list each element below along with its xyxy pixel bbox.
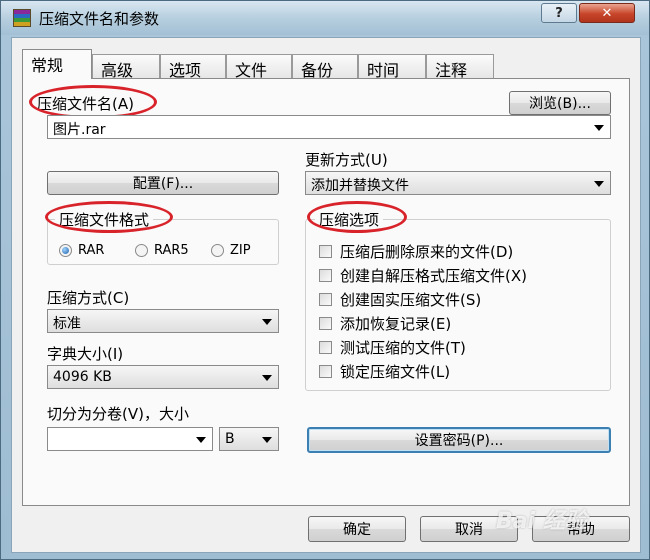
option-lock-archive-label: 锁定压缩文件(L) <box>340 363 451 381</box>
radio-zip-label: ZIP <box>230 243 251 258</box>
update-mode-value: 添加并替换文件 <box>311 178 409 194</box>
title-help-button[interactable]: ? <box>541 3 577 23</box>
option-recovery-record-label: 添加恢复记录(E) <box>340 315 452 333</box>
radio-icon <box>135 244 148 257</box>
close-icon: ✕ <box>601 5 613 21</box>
set-password-button[interactable]: 设置密码(P)... <box>307 427 611 453</box>
checkbox-icon <box>319 365 332 378</box>
dictionary-size-value: 4096 KB <box>53 369 112 385</box>
tab-files[interactable]: 文件 <box>226 54 292 80</box>
tab-comment[interactable]: 注释 <box>426 54 494 80</box>
radio-zip[interactable]: ZIP <box>211 243 251 258</box>
winrar-app-icon <box>13 9 31 27</box>
dialog-client-area: 常规 高级 选项 文件 备份 时间 注释 压缩文件名(A) 浏览(B)... 图… <box>11 37 641 553</box>
watermark-logo: Bai 经验 <box>496 509 587 534</box>
archive-name-label: 压缩文件名(A) <box>37 95 134 113</box>
window-title: 压缩文件名和参数 <box>39 10 160 28</box>
tab-general[interactable]: 常规 <box>22 49 92 79</box>
chevron-down-icon[interactable] <box>196 437 206 443</box>
option-delete-after-label: 压缩后删除原来的文件(D) <box>340 243 514 261</box>
checkbox-icon <box>319 245 332 258</box>
radio-rar5[interactable]: RAR5 <box>135 243 189 258</box>
checkbox-icon <box>319 269 332 282</box>
update-mode-label: 更新方式(U) <box>305 151 388 169</box>
option-solid-label: 创建固实压缩文件(S) <box>340 291 482 309</box>
checkbox-icon <box>319 341 332 354</box>
compression-method-value: 标准 <box>53 316 81 332</box>
option-solid[interactable]: 创建固实压缩文件(S) <box>319 289 481 310</box>
option-test-files-label: 测试压缩的文件(T) <box>340 339 466 357</box>
archive-name-input[interactable]: 图片.rar <box>47 115 611 139</box>
browse-button[interactable]: 浏览(B)... <box>509 91 611 115</box>
split-unit-value: B <box>225 431 235 447</box>
update-mode-select[interactable]: 添加并替换文件 <box>305 171 611 195</box>
option-lock-archive[interactable]: 锁定压缩文件(L) <box>319 361 450 382</box>
title-close-button[interactable]: ✕ <box>579 3 635 23</box>
format-label: 压缩文件格式 <box>55 209 154 230</box>
radio-rar5-label: RAR5 <box>154 243 189 258</box>
option-create-sfx[interactable]: 创建自解压格式压缩文件(X) <box>319 265 527 286</box>
archive-name-value: 图片.rar <box>53 122 106 138</box>
chevron-down-icon[interactable] <box>262 375 272 381</box>
dialog-window: 压缩文件名和参数 ? ✕ 常规 高级 选项 文件 备份 时间 注释 压缩文件名(… <box>0 0 650 560</box>
tab-options[interactable]: 选项 <box>160 54 226 80</box>
option-recovery-record[interactable]: 添加恢复记录(E) <box>319 313 451 334</box>
title-bar[interactable]: 压缩文件名和参数 ? ✕ <box>1 1 649 35</box>
chevron-down-icon[interactable] <box>262 437 272 443</box>
tab-strip: 常规 高级 选项 文件 备份 时间 注释 <box>22 48 632 80</box>
radio-icon <box>211 244 224 257</box>
tab-time[interactable]: 时间 <box>358 54 426 80</box>
chevron-down-icon[interactable] <box>262 319 272 325</box>
option-create-sfx-label: 创建自解压格式压缩文件(X) <box>340 267 527 285</box>
radio-rar-label: RAR <box>78 243 105 258</box>
split-volumes-label: 切分为分卷(V)，大小 <box>47 405 189 423</box>
tab-advanced[interactable]: 高级 <box>92 54 160 80</box>
dictionary-size-select[interactable]: 4096 KB <box>47 365 279 389</box>
tab-backup[interactable]: 备份 <box>292 54 358 80</box>
compression-method-select[interactable]: 标准 <box>47 309 279 333</box>
dictionary-size-label: 字典大小(I) <box>47 345 124 363</box>
split-size-input[interactable] <box>47 427 213 451</box>
chevron-down-icon[interactable] <box>594 181 604 187</box>
chevron-down-icon[interactable] <box>594 125 604 131</box>
option-delete-after[interactable]: 压缩后删除原来的文件(D) <box>319 241 513 262</box>
compression-method-label: 压缩方式(C) <box>47 289 130 307</box>
checkbox-icon <box>319 293 332 306</box>
split-unit-select[interactable]: B <box>219 427 279 451</box>
general-tab-panel: 压缩文件名(A) 浏览(B)... 图片.rar 更新方式(U) 添加并替换文件… <box>22 78 630 506</box>
ok-button[interactable]: 确定 <box>308 516 406 542</box>
radio-selected-icon <box>59 244 72 257</box>
option-test-files[interactable]: 测试压缩的文件(T) <box>319 337 466 358</box>
profiles-button[interactable]: 配置(F)... <box>47 171 279 195</box>
radio-rar[interactable]: RAR <box>59 243 104 258</box>
checkbox-icon <box>319 317 332 330</box>
archive-options-label: 压缩选项 <box>315 209 384 230</box>
